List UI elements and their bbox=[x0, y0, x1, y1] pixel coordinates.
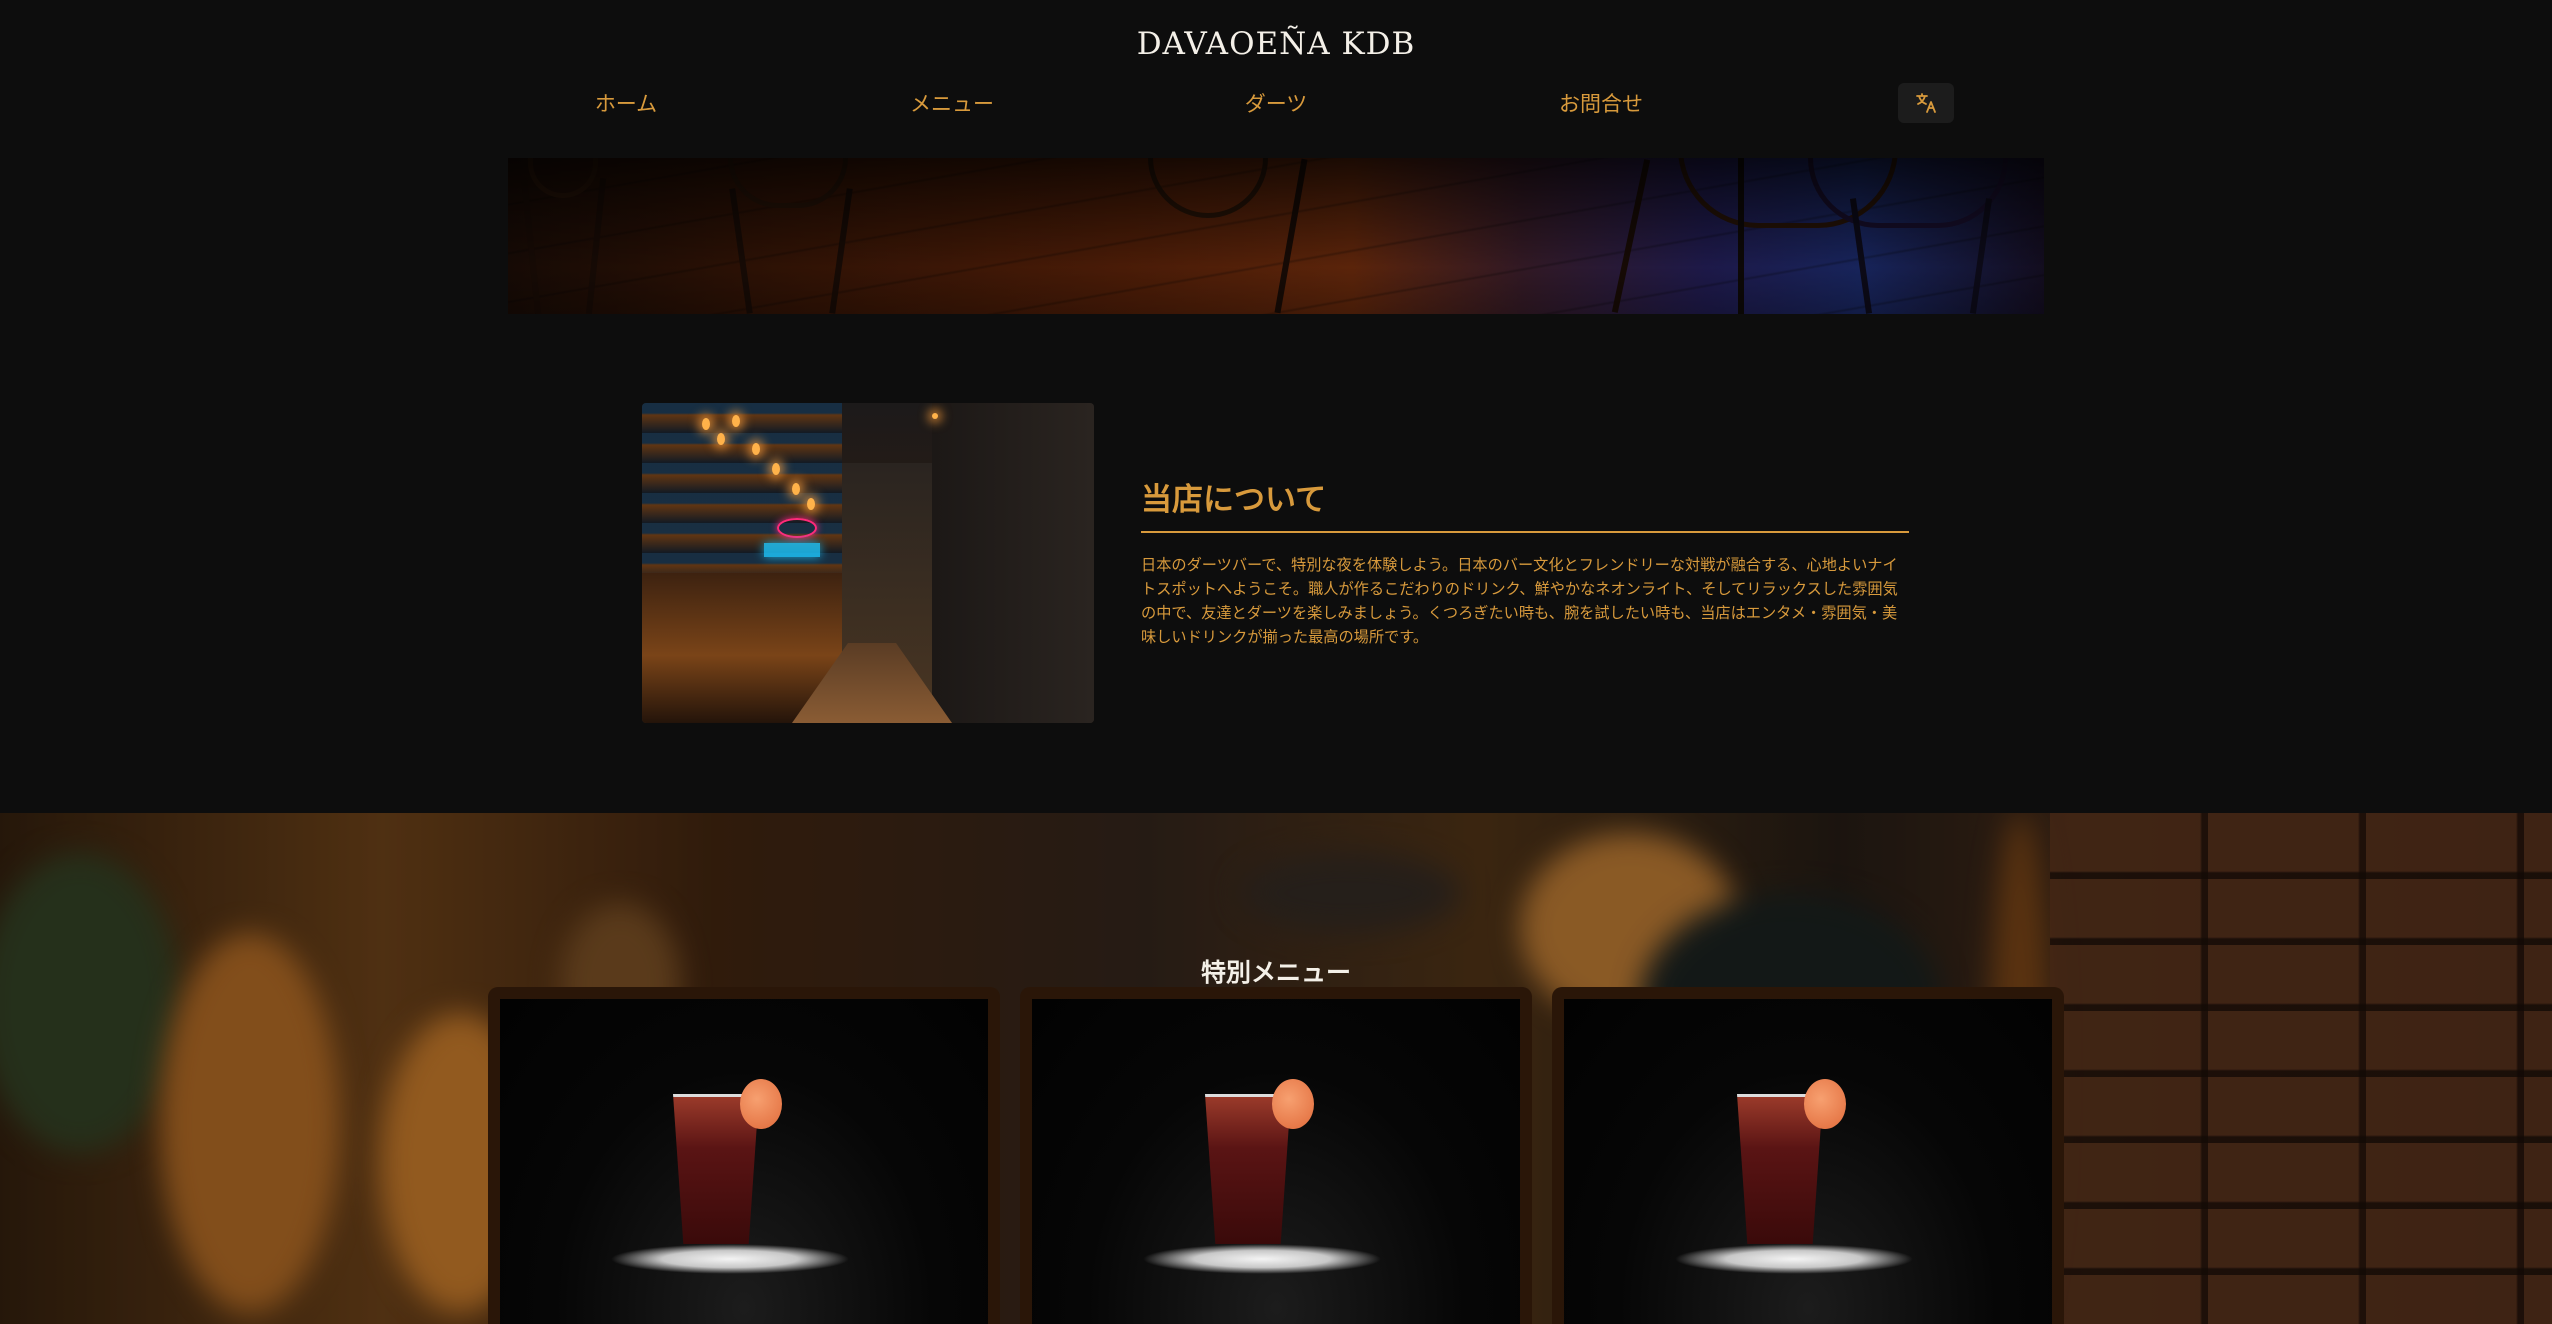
cocktail-image bbox=[500, 999, 988, 1324]
nav-contact[interactable]: お問合せ bbox=[1559, 88, 1643, 118]
bar-interior-image bbox=[642, 403, 1094, 723]
nav-menu[interactable]: メニュー bbox=[910, 88, 994, 118]
menu-card[interactable] bbox=[1552, 987, 2064, 1324]
cocktail-image bbox=[1564, 999, 2052, 1324]
menu-card[interactable] bbox=[1020, 987, 1532, 1324]
brand-logo[interactable]: DAVAOEÑA KDB bbox=[0, 26, 2552, 62]
cocktail-image bbox=[1032, 999, 1520, 1324]
special-menu-title: 特別メニュー bbox=[1200, 958, 1351, 987]
translate-icon bbox=[1916, 93, 1936, 113]
about-description: 日本のダーツバーで、特別な夜を体験しよう。日本のバー文化とフレンドリーな対戦が融… bbox=[1141, 556, 1898, 646]
language-button[interactable] bbox=[1898, 83, 1954, 123]
about-title: 当店について bbox=[1141, 482, 1327, 518]
about-divider bbox=[1141, 531, 1909, 533]
nav-home[interactable]: ホーム bbox=[595, 88, 657, 118]
nav-darts[interactable]: ダーツ bbox=[1245, 88, 1308, 118]
main-nav: ホーム メニュー ダーツ お問合せ bbox=[0, 88, 2552, 118]
hero-banner-image bbox=[508, 158, 2044, 314]
menu-card[interactable] bbox=[488, 987, 1000, 1324]
